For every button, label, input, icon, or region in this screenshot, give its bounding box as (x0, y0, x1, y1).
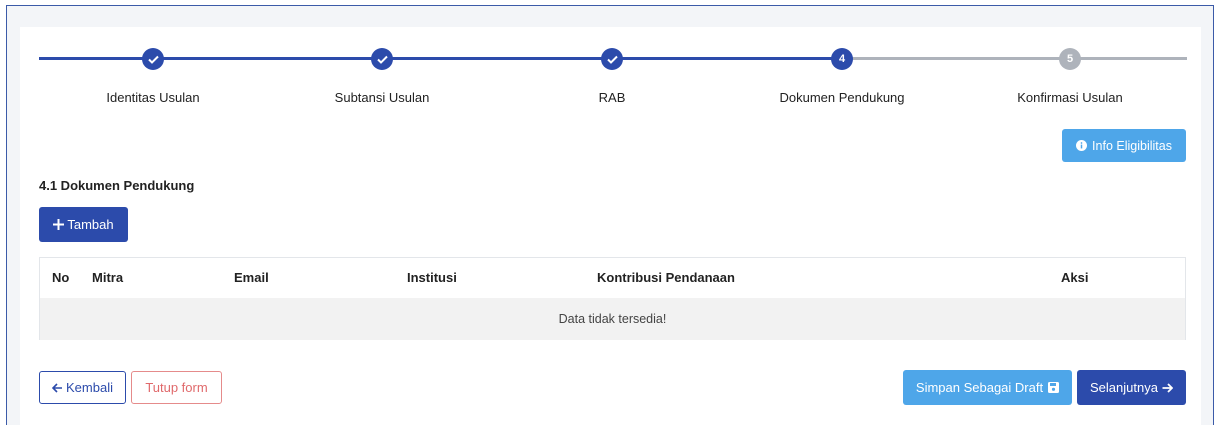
form-card (20, 27, 1201, 425)
arrow-left-icon (52, 382, 63, 393)
mitra-table: No Mitra Email Institusi Kontribusi Pend… (39, 257, 1186, 340)
stepper-remaining-line (842, 57, 1187, 60)
table-header: No Mitra Email Institusi Kontribusi Pend… (40, 258, 1185, 299)
column-header-email: Email (234, 270, 269, 285)
step-1-check-icon (142, 48, 164, 70)
close-form-button[interactable]: Tutup form (131, 371, 222, 404)
step-5-number: 5 (1059, 48, 1081, 70)
info-eligibilitas-label: Info Eligibilitas (1092, 138, 1172, 153)
column-header-kontribusi: Kontribusi Pendanaan (597, 270, 735, 285)
step-3-check-icon (601, 48, 623, 70)
column-header-no: No (52, 270, 70, 285)
step-2-label: Subtansi Usulan (334, 90, 430, 105)
info-circle-icon (1076, 140, 1088, 151)
step-2-check-icon (371, 48, 393, 70)
plus-icon (53, 219, 65, 230)
next-button[interactable]: Selanjutnya (1077, 370, 1186, 405)
column-header-mitra: Mitra (92, 270, 124, 285)
step-4-label: Dokumen Pendukung (779, 90, 905, 105)
back-button[interactable]: Kembali (39, 371, 126, 404)
column-header-institusi: Institusi (407, 270, 457, 285)
column-header-aksi: Aksi (1061, 270, 1089, 285)
next-button-label: Selanjutnya (1090, 380, 1158, 395)
back-button-label: Kembali (66, 380, 113, 395)
add-button-label: Tambah (67, 217, 114, 232)
step-3-label: RAB (598, 90, 626, 105)
step-4-number: 4 (831, 48, 853, 70)
step-5-label: Konfirmasi Usulan (1017, 90, 1123, 105)
save-draft-label: Simpan Sebagai Draft (915, 380, 1044, 395)
table-empty-message: Data tidak tersedia! (40, 298, 1185, 340)
section-title: 4.1 Dokumen Pendukung (39, 178, 195, 193)
step-1-label: Identitas Usulan (106, 90, 200, 105)
save-draft-button[interactable]: Simpan Sebagai Draft (903, 370, 1072, 405)
save-icon (1048, 382, 1060, 393)
close-form-label: Tutup form (145, 380, 208, 395)
info-eligibilitas-button[interactable]: Info Eligibilitas (1062, 129, 1186, 162)
arrow-right-icon (1162, 382, 1173, 393)
add-button[interactable]: Tambah (39, 207, 128, 242)
